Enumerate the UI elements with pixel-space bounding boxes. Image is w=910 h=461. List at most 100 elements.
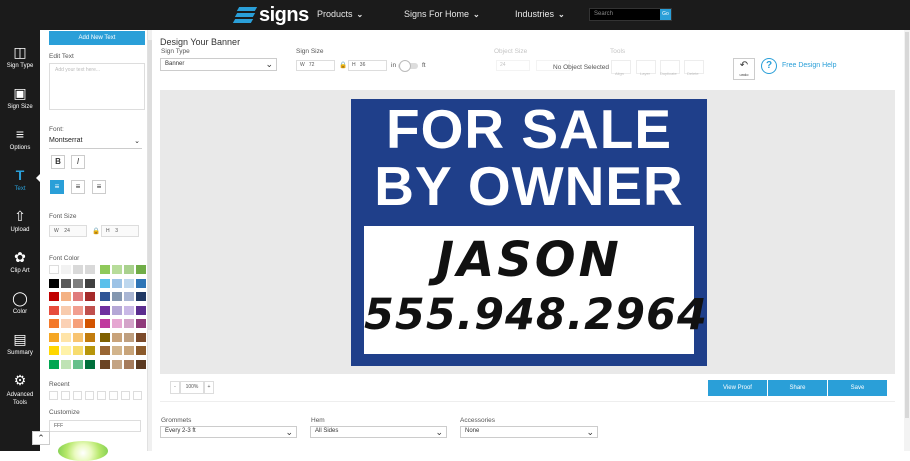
color-swatch[interactable]	[112, 278, 122, 288]
color-swatch[interactable]	[112, 265, 122, 274]
align-right-button[interactable]: ≡	[92, 180, 106, 194]
color-wheel[interactable]	[58, 441, 108, 461]
page-scrollbar[interactable]	[904, 30, 910, 451]
color-swatch[interactable]	[100, 332, 110, 342]
sign-type-select[interactable]: Banner ⌄	[160, 58, 277, 71]
color-swatch[interactable]	[112, 292, 122, 301]
color-swatch[interactable]	[73, 319, 83, 328]
sidebar-item-sign-size[interactable]: ▣ Sign Size	[0, 85, 40, 110]
align-left-button[interactable]: ≡	[50, 180, 64, 194]
color-swatch[interactable]	[85, 346, 95, 355]
color-swatch[interactable]	[112, 319, 122, 328]
color-swatch[interactable]	[112, 346, 122, 355]
color-swatch[interactable]	[136, 332, 146, 342]
sign-phone-text[interactable]: 555.948.2964	[364, 290, 707, 340]
panel-scrollbar[interactable]	[148, 30, 152, 451]
color-swatch[interactable]	[100, 319, 110, 328]
color-swatch[interactable]	[124, 292, 134, 301]
color-swatch[interactable]	[124, 265, 134, 274]
italic-button[interactable]: I	[71, 155, 85, 169]
color-swatch[interactable]	[136, 292, 146, 301]
accessories-select[interactable]: None ⌄	[460, 426, 598, 438]
color-swatch[interactable]	[49, 346, 59, 355]
color-swatch[interactable]	[100, 346, 110, 355]
color-swatch[interactable]	[73, 332, 83, 342]
color-swatch[interactable]	[124, 332, 134, 342]
sidebar-item-options[interactable]: ≡ Options	[0, 126, 40, 151]
color-swatch[interactable]	[85, 359, 95, 369]
lock-icon[interactable]: 🔒	[92, 227, 100, 235]
align-center-button[interactable]: ≡	[71, 180, 85, 194]
sign-line-2[interactable]: BY OWNER	[351, 158, 707, 215]
color-swatch[interactable]	[49, 359, 59, 369]
color-swatch[interactable]	[73, 305, 83, 315]
nav-industries[interactable]: Industries ⌄	[515, 9, 565, 19]
color-swatch[interactable]	[61, 332, 71, 342]
recent-color-slot[interactable]	[109, 391, 118, 400]
sidebar-item-clip-art[interactable]: ✿ Clip Art	[0, 249, 40, 274]
sidebar-item-summary[interactable]: ▤ Summary	[0, 331, 40, 356]
color-swatch[interactable]	[49, 305, 59, 315]
color-swatch[interactable]	[49, 319, 59, 328]
color-swatch[interactable]	[136, 319, 146, 328]
sidebar-item-text[interactable]: T Text	[0, 167, 40, 192]
font-height-input[interactable]: H 3	[101, 225, 139, 237]
page-scroll-thumb[interactable]	[905, 32, 909, 418]
color-swatch[interactable]	[61, 278, 71, 288]
color-swatch[interactable]	[112, 305, 122, 315]
color-swatch[interactable]	[61, 359, 71, 369]
color-swatch[interactable]	[73, 346, 83, 355]
color-swatch[interactable]	[49, 278, 59, 288]
color-swatch[interactable]	[61, 319, 71, 328]
color-swatch[interactable]	[85, 292, 95, 301]
recent-color-slot[interactable]	[61, 391, 70, 400]
recent-color-slot[interactable]	[97, 391, 106, 400]
color-swatch[interactable]	[85, 265, 95, 274]
color-swatch[interactable]	[100, 305, 110, 315]
color-swatch[interactable]	[85, 332, 95, 342]
custom-color-input[interactable]: FFF	[49, 420, 141, 432]
grommets-select[interactable]: Every 2-3 ft ⌄	[160, 426, 297, 438]
zoom-in-button[interactable]: +	[204, 381, 214, 394]
add-new-text-button[interactable]: Add New Text	[49, 31, 145, 45]
signs-logo[interactable]: signs	[232, 5, 309, 25]
sidebar-item-color[interactable]: ◯ Color	[0, 290, 40, 315]
color-swatch[interactable]	[73, 359, 83, 369]
zoom-out-button[interactable]: -	[170, 381, 180, 394]
color-swatch[interactable]	[136, 359, 146, 369]
lock-icon[interactable]: 🔒	[339, 61, 347, 69]
color-swatch[interactable]	[49, 265, 59, 274]
color-swatch[interactable]	[49, 292, 59, 301]
recent-color-slot[interactable]	[121, 391, 130, 400]
sign-line-1[interactable]: FOR SALE	[351, 101, 707, 158]
color-swatch[interactable]	[124, 346, 134, 355]
color-swatch[interactable]	[61, 305, 71, 315]
edit-text-input[interactable]: Add your text here...	[49, 63, 145, 110]
view-proof-button[interactable]: View Proof	[708, 380, 767, 396]
scroll-thumb[interactable]	[148, 40, 152, 330]
recent-color-slot[interactable]	[73, 391, 82, 400]
color-swatch[interactable]	[124, 319, 134, 328]
free-design-help-link[interactable]: Free Design Help	[782, 62, 836, 69]
save-button[interactable]: Save	[828, 380, 887, 396]
color-swatch[interactable]	[112, 359, 122, 369]
sidebar-item-advanced-tools[interactable]: ⚙ Advanced Tools	[0, 372, 40, 407]
color-swatch[interactable]	[85, 305, 95, 315]
color-swatch[interactable]	[49, 332, 59, 342]
color-swatch[interactable]	[136, 265, 146, 274]
color-swatch[interactable]	[100, 292, 110, 301]
sidebar-item-sign-type[interactable]: ◫ Sign Type	[0, 44, 40, 69]
nav-products[interactable]: Products ⌄	[317, 9, 363, 19]
color-swatch[interactable]	[124, 278, 134, 288]
color-swatch[interactable]	[136, 346, 146, 355]
sign-headline[interactable]: FOR SALE BY OWNER	[351, 101, 707, 215]
sidebar-item-upload[interactable]: ⇧ Upload	[0, 208, 40, 233]
color-swatch[interactable]	[73, 278, 83, 288]
color-swatch[interactable]	[100, 278, 110, 288]
share-button[interactable]: Share	[768, 380, 827, 396]
color-swatch[interactable]	[73, 292, 83, 301]
color-swatch[interactable]	[124, 359, 134, 369]
color-swatch[interactable]	[85, 319, 95, 328]
color-swatch[interactable]	[100, 359, 110, 369]
color-swatch[interactable]	[61, 292, 71, 301]
